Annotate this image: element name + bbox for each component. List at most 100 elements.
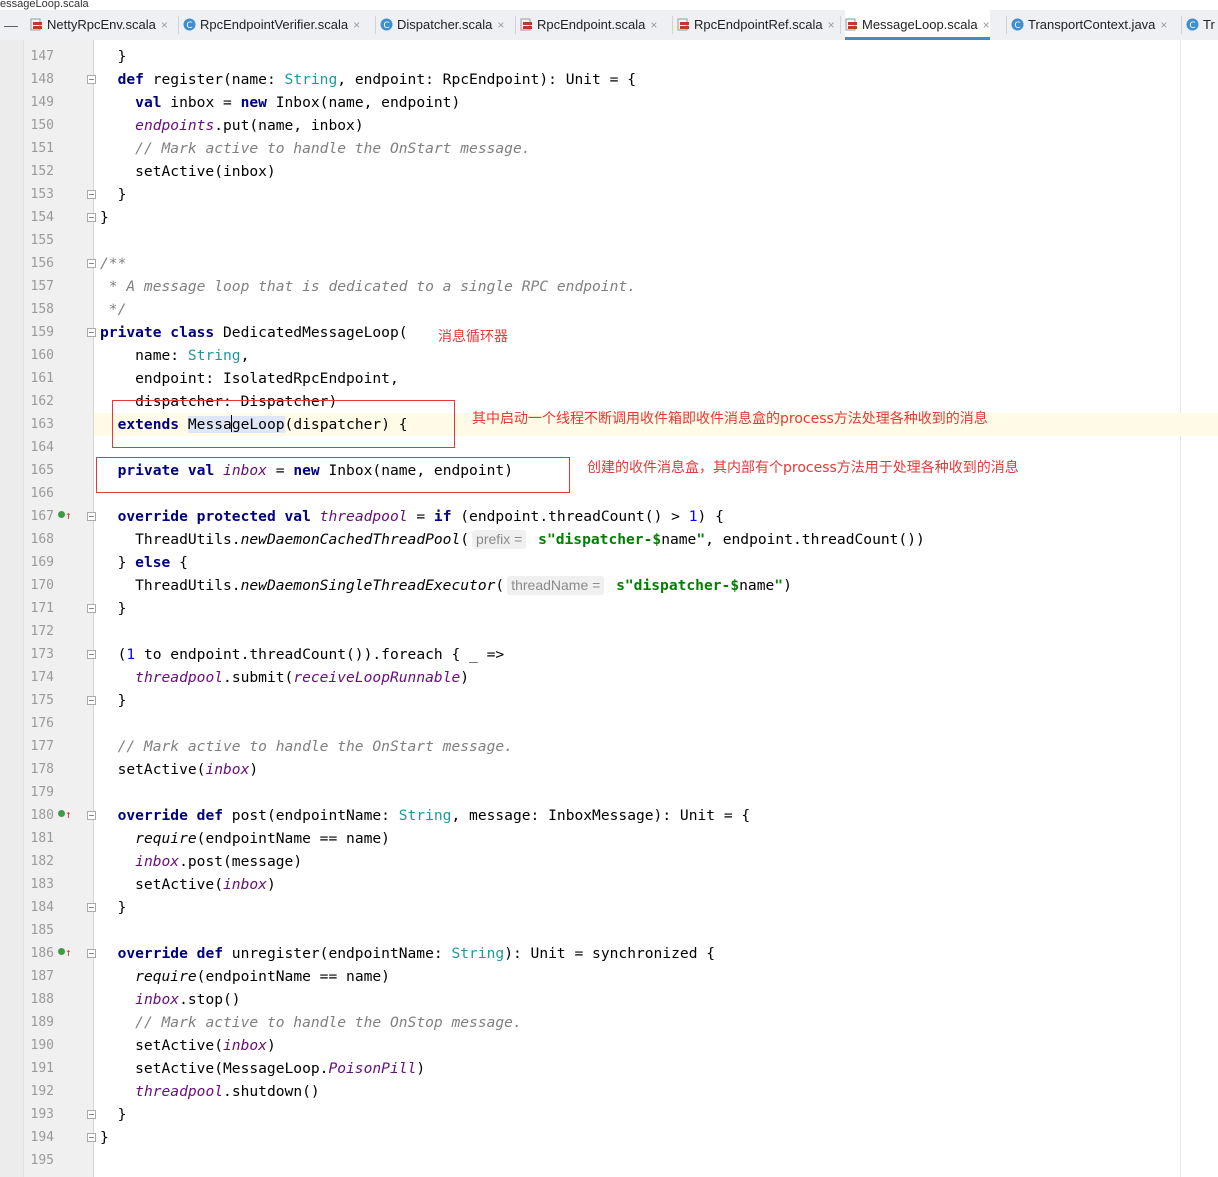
tab-separator [840, 16, 841, 34]
fold-end-icon[interactable] [87, 696, 96, 705]
fold-end-icon[interactable] [87, 190, 96, 199]
line-number: 193 [30, 1107, 54, 1122]
tab-nettyrpcenv-scala[interactable]: NettyRpcEnv.scala × [30, 10, 168, 40]
code-line[interactable]: } [100, 45, 127, 68]
fold-end-icon[interactable] [87, 213, 96, 222]
code-line[interactable]: setActive(inbox) [100, 758, 259, 781]
line-number: 194 [30, 1130, 54, 1145]
code-line[interactable]: private class DedicatedMessageLoop( [100, 321, 408, 344]
fold-expand-icon[interactable] [87, 949, 96, 958]
code-line[interactable]: def register(name: String, endpoint: Rpc… [100, 68, 636, 91]
line-number: 160 [30, 348, 54, 363]
svg-text:C: C [383, 21, 389, 31]
line-number: 163 [30, 417, 54, 432]
override-method-icon[interactable]: ↑ [58, 946, 76, 960]
code-line[interactable]: setActive(inbox) [100, 160, 276, 183]
line-number: 173 [30, 647, 54, 662]
line-number: 148 [30, 72, 54, 87]
line-number: 147 [30, 49, 54, 64]
code-line[interactable]: } [100, 1126, 109, 1149]
close-icon[interactable]: × [828, 18, 835, 32]
code-line[interactable]: } [100, 1103, 127, 1126]
code-line[interactable]: val inbox = new Inbox(name, endpoint) [100, 91, 460, 114]
code-line[interactable]: ThreadUtils.newDaemonCachedThreadPool(pr… [100, 528, 925, 551]
code-line[interactable]: override protected val threadpool = if (… [100, 505, 724, 528]
line-number: 152 [30, 164, 54, 179]
close-icon[interactable]: × [353, 18, 360, 32]
fold-expand-icon[interactable] [87, 811, 96, 820]
code-line[interactable]: threadpool.shutdown() [100, 1080, 320, 1103]
code-line[interactable]: require(endpointName == name) [100, 965, 390, 988]
tab-rpcendpointverifier-scala[interactable]: C RpcEndpointVerifier.scala × [183, 10, 360, 40]
code-line[interactable]: ThreadUtils.newDaemonSingleThreadExecuto… [100, 574, 792, 597]
code-line[interactable]: override def post(endpointName: String, … [100, 804, 751, 827]
close-icon[interactable]: × [497, 18, 504, 32]
code-line[interactable]: } [100, 183, 127, 206]
fold-end-icon[interactable] [87, 604, 96, 613]
code-line[interactable]: setActive(inbox) [100, 873, 276, 896]
code-line[interactable]: setActive(inbox) [100, 1034, 276, 1057]
code-line[interactable]: } [100, 597, 127, 620]
fold-expand-icon[interactable] [87, 259, 96, 268]
fold-end-icon[interactable] [87, 1110, 96, 1119]
code-line[interactable]: // Mark active to handle the OnStart mes… [100, 137, 530, 160]
line-number: 192 [30, 1084, 54, 1099]
fold-expand-icon[interactable] [87, 512, 96, 521]
close-icon[interactable]: × [1160, 18, 1167, 32]
close-icon[interactable]: × [161, 18, 168, 32]
tab-label: Tr [1203, 17, 1215, 32]
code-line[interactable]: endpoints.put(name, inbox) [100, 114, 363, 137]
fold-expand-icon[interactable] [87, 650, 96, 659]
code-line[interactable]: name: String, [100, 344, 249, 367]
tab-tr[interactable]: C Tr [1186, 10, 1215, 40]
code-line[interactable]: endpoint: IsolatedRpcEndpoint, [100, 367, 399, 390]
line-number: 157 [30, 279, 54, 294]
line-number: 165 [30, 463, 54, 478]
code-line[interactable]: setActive(MessageLoop.PoisonPill) [100, 1057, 425, 1080]
scala-file-icon [520, 12, 533, 31]
fold-end-icon[interactable] [87, 1133, 96, 1142]
collapse-icon[interactable]: — [3, 12, 19, 38]
code-line[interactable]: inbox.post(message) [100, 850, 302, 873]
fold-end-icon[interactable] [87, 903, 96, 912]
code-line[interactable]: inbox.stop() [100, 988, 240, 1011]
line-number: 168 [30, 532, 54, 547]
code-line[interactable]: (1 to endpoint.threadCount()).foreach { … [100, 643, 505, 666]
tab-messageloop-scala[interactable]: MessageLoop.scala × [845, 10, 990, 40]
code-line[interactable]: } [100, 206, 109, 229]
line-number: 150 [30, 118, 54, 133]
class-file-icon: C [183, 12, 196, 31]
code-line[interactable]: require(endpointName == name) [100, 827, 390, 850]
line-number: 191 [30, 1061, 54, 1076]
code-editor[interactable] [94, 40, 1218, 1177]
line-number: 176 [30, 716, 54, 731]
annotation-thread-process: 其中启动一个线程不断调用收件箱即收件消息盒的process方法处理各种收到的消息 [472, 411, 988, 427]
svg-text:C: C [1189, 21, 1195, 31]
close-icon[interactable]: × [983, 18, 990, 32]
code-line[interactable]: override def unregister(endpointName: St… [100, 942, 715, 965]
code-line[interactable]: * A message loop that is dedicated to a … [100, 275, 636, 298]
code-line[interactable]: // Mark active to handle the OnStart mes… [100, 735, 513, 758]
override-method-icon[interactable]: ↑ [58, 509, 76, 523]
override-method-icon[interactable]: ↑ [58, 808, 76, 822]
tab-rpcendpointref-scala[interactable]: RpcEndpointRef.scala × [677, 10, 835, 40]
fold-expand-icon[interactable] [87, 328, 96, 337]
code-line[interactable]: /** [100, 252, 126, 275]
class-file-icon: C [1011, 12, 1024, 31]
code-line[interactable]: */ [100, 298, 127, 321]
tab-separator [672, 16, 673, 34]
tab-rpcendpoint-scala[interactable]: RpcEndpoint.scala × [520, 10, 657, 40]
scala-file-icon [845, 12, 858, 31]
tab-separator [178, 16, 179, 34]
annotation-box-extends [112, 400, 455, 448]
close-icon[interactable]: × [650, 18, 657, 32]
tab-transportcontext-java[interactable]: C TransportContext.java × [1011, 10, 1167, 40]
code-line[interactable]: } [100, 896, 127, 919]
tab-dispatcher-scala[interactable]: C Dispatcher.scala × [380, 10, 504, 40]
code-line[interactable]: // Mark active to handle the OnStop mess… [100, 1011, 522, 1034]
line-number: 164 [30, 440, 54, 455]
code-line[interactable]: } else { [100, 551, 188, 574]
code-line[interactable]: threadpool.submit(receiveLoopRunnable) [100, 666, 469, 689]
code-line[interactable]: } [100, 689, 127, 712]
fold-expand-icon[interactable] [87, 75, 96, 84]
